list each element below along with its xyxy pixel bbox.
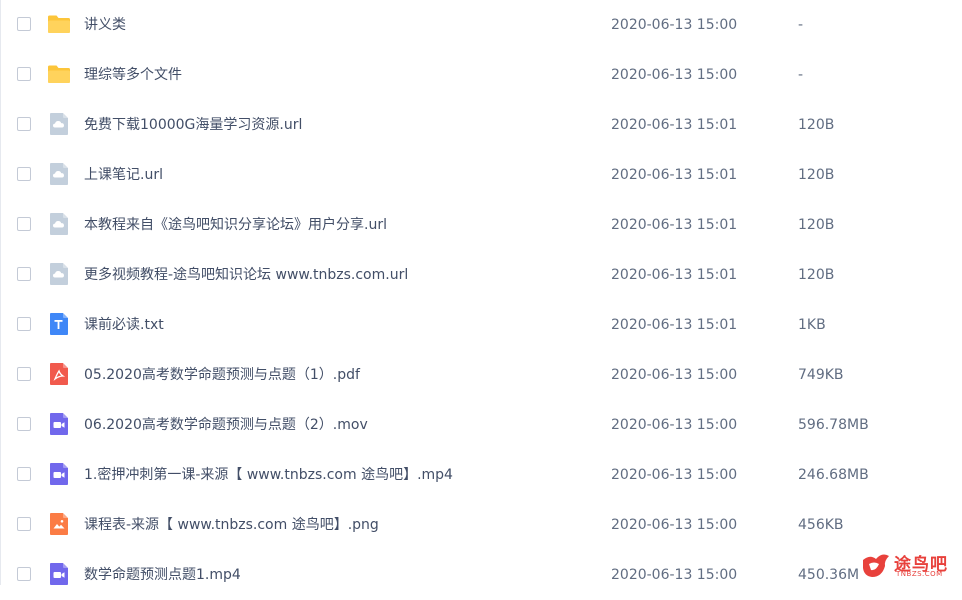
row-checkbox[interactable] [17,417,31,431]
file-name[interactable]: 课前必读.txt [84,300,164,350]
text-file-icon[interactable] [47,312,71,336]
row-checkbox[interactable] [17,367,31,381]
file-modified-date: 2020-06-13 15:01 [611,317,738,333]
file-row[interactable]: 讲义类 2020-06-13 15:00 - [0,0,962,50]
file-size: 246.68MB [798,467,869,483]
file-size: 456KB [798,517,844,533]
file-modified-date: 2020-06-13 15:01 [611,267,738,283]
file-modified-date: 2020-06-13 15:00 [611,567,738,583]
row-checkbox[interactable] [17,317,31,331]
file-list: 讲义类 2020-06-13 15:00 - 理综等多个文件 2020-06-13 15… [0,0,962,585]
row-checkbox[interactable] [17,567,31,581]
pdf-file-icon[interactable] [47,362,71,386]
file-size: 120B [798,267,835,283]
file-modified-date: 2020-06-13 15:00 [611,67,738,83]
file-name[interactable]: 上课笔记.url [84,150,163,200]
file-modified-date: 2020-06-13 15:01 [611,167,738,183]
file-row[interactable]: 本教程来自《途鸟吧知识分享论坛》用户分享.url 2020-06-13 15:01… [0,200,962,250]
video-file-icon[interactable] [47,412,71,436]
file-name[interactable]: 数学命题预测点题1.mp4 [84,550,241,600]
row-checkbox[interactable] [17,267,31,281]
video-file-icon[interactable] [47,462,71,486]
file-modified-date: 2020-06-13 15:01 [611,117,738,133]
row-checkbox[interactable] [17,167,31,181]
file-name[interactable]: 更多视频教程-途鸟吧知识论坛 www.tnbzs.com.url [84,250,408,300]
file-size: 1KB [798,317,826,333]
row-checkbox[interactable] [17,67,31,81]
watermark-subtext: TNBZS.COM [896,570,943,578]
file-row[interactable]: 1.密押冲刺第一课-来源【 www.tnbzs.com 途鸟吧】.mp4 2020… [0,450,962,500]
file-modified-date: 2020-06-13 15:00 [611,467,738,483]
link-file-icon[interactable] [47,212,71,236]
file-size: 120B [798,167,835,183]
file-row[interactable]: 课程表-来源【 www.tnbzs.com 途鸟吧】.png 2020-06-13… [0,500,962,550]
file-row[interactable]: 更多视频教程-途鸟吧知识论坛 www.tnbzs.com.url 2020-06-… [0,250,962,300]
row-checkbox[interactable] [17,117,31,131]
folder-icon[interactable] [47,12,71,36]
row-checkbox[interactable] [17,467,31,481]
link-file-icon[interactable] [47,162,71,186]
file-size: 749KB [798,367,844,383]
file-name[interactable]: 1.密押冲刺第一课-来源【 www.tnbzs.com 途鸟吧】.mp4 [84,450,453,500]
file-row[interactable]: 上课笔记.url 2020-06-13 15:01 120B [0,150,962,200]
file-size: - [798,67,804,83]
video-file-icon[interactable] [47,562,71,586]
row-checkbox[interactable] [17,217,31,231]
file-name[interactable]: 讲义类 [84,0,126,50]
link-file-icon[interactable] [47,262,71,286]
link-file-icon[interactable] [47,112,71,136]
file-name[interactable]: 课程表-来源【 www.tnbzs.com 途鸟吧】.png [84,500,379,550]
file-size: 596.78MB [798,417,869,433]
file-row[interactable]: 免费下载10000G海量学习资源.url 2020-06-13 15:01 120B [0,100,962,150]
file-row[interactable]: 06.2020高考数学命题预测与点题（2）.mov 2020-06-13 15:0… [0,400,962,450]
row-checkbox[interactable] [17,17,31,31]
file-modified-date: 2020-06-13 15:00 [611,367,738,383]
file-row[interactable]: 课前必读.txt 2020-06-13 15:01 1KB [0,300,962,350]
folder-icon[interactable] [47,62,71,86]
file-name[interactable]: 理综等多个文件 [84,50,182,100]
row-checkbox[interactable] [17,517,31,531]
file-row[interactable]: 理综等多个文件 2020-06-13 15:00 - [0,50,962,100]
file-name[interactable]: 免费下载10000G海量学习资源.url [84,100,302,150]
file-size: 120B [798,117,835,133]
file-name[interactable]: 本教程来自《途鸟吧知识分享论坛》用户分享.url [84,200,387,250]
file-row[interactable]: 数学命题预测点题1.mp4 2020-06-13 15:00 450.36M [0,550,962,600]
file-size: - [798,17,804,33]
file-modified-date: 2020-06-13 15:00 [611,417,738,433]
file-size: 120B [798,217,835,233]
watermark-logo-icon [863,554,889,577]
file-modified-date: 2020-06-13 15:01 [611,217,738,233]
file-modified-date: 2020-06-13 15:00 [611,17,738,33]
file-name[interactable]: 06.2020高考数学命题预测与点题（2）.mov [84,400,368,450]
image-file-icon[interactable] [47,512,71,536]
file-name[interactable]: 05.2020高考数学命题预测与点题（1）.pdf [84,350,360,400]
watermark: 途鸟吧 TNBZS.COM [858,550,958,582]
file-row[interactable]: 05.2020高考数学命题预测与点题（1）.pdf 2020-06-13 15:0… [0,350,962,400]
file-size: 450.36M [798,567,860,583]
file-modified-date: 2020-06-13 15:00 [611,517,738,533]
